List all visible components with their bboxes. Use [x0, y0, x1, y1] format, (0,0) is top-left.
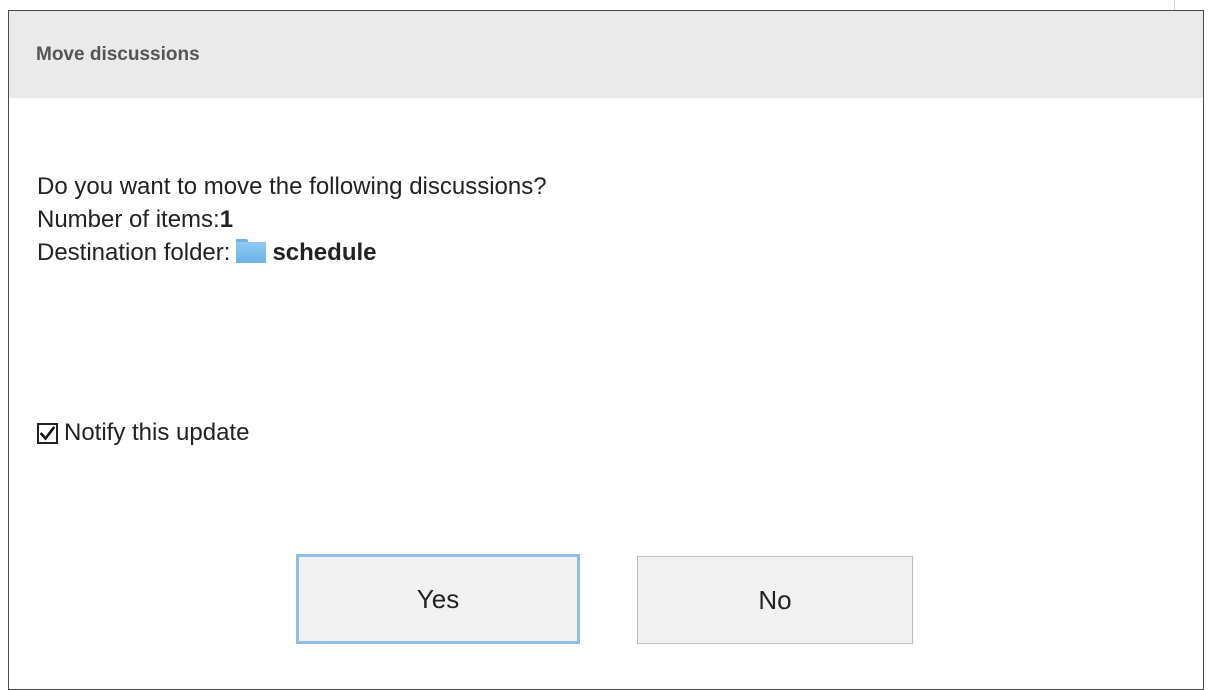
dialog-body: Do you want to move the following discus…: [9, 98, 1203, 269]
destination-folder-label: Destination folder:: [37, 239, 231, 266]
confirmation-question: Do you want to move the following discus…: [37, 173, 547, 200]
folder-icon: [236, 239, 267, 263]
move-discussions-dialog: Move discussions Do you want to move the…: [8, 10, 1204, 690]
checkmark-icon: [39, 425, 56, 441]
notify-label: Notify this update: [64, 419, 250, 446]
yes-button[interactable]: Yes: [296, 554, 580, 644]
items-count-value: 1: [219, 206, 234, 233]
notify-checkbox[interactable]: [37, 422, 58, 444]
dialog-title: Move discussions: [36, 43, 200, 65]
destination-folder-name: schedule: [272, 239, 377, 266]
items-count-label: Number of items:: [37, 206, 220, 233]
notify-update-option[interactable]: Notify this update: [37, 419, 249, 447]
dialog-header: Move discussions: [9, 11, 1203, 98]
no-button[interactable]: No: [637, 556, 913, 644]
destination-folder-line: Destination folder: schedule: [37, 236, 1203, 269]
items-count-line: Number of items:1: [37, 203, 1203, 236]
